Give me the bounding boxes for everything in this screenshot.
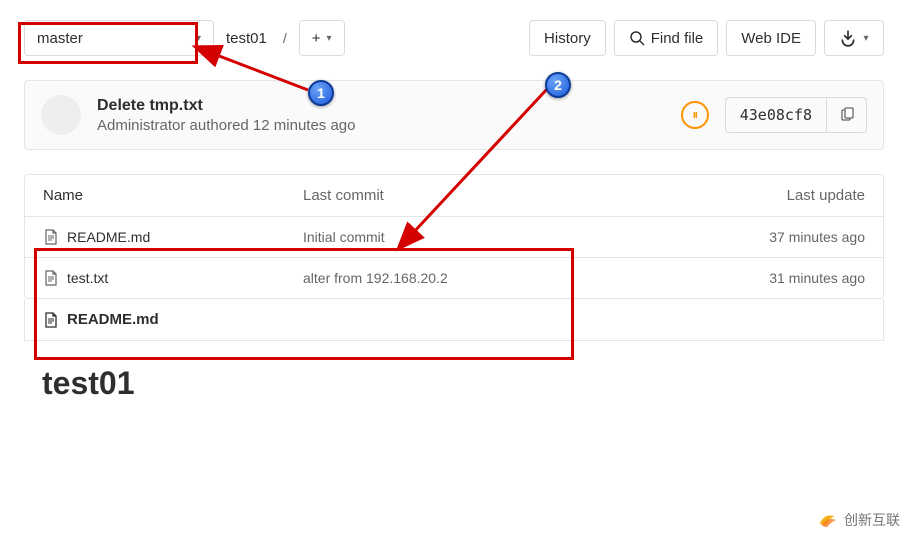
annotation-marker-1: 1 [308,80,334,106]
annotation-marker-2: 2 [545,72,571,98]
watermark: 创新互联 [816,509,900,531]
watermark-text: 创新互联 [844,510,900,530]
watermark-logo-icon [816,509,838,531]
annotation-arrows [0,0,908,537]
